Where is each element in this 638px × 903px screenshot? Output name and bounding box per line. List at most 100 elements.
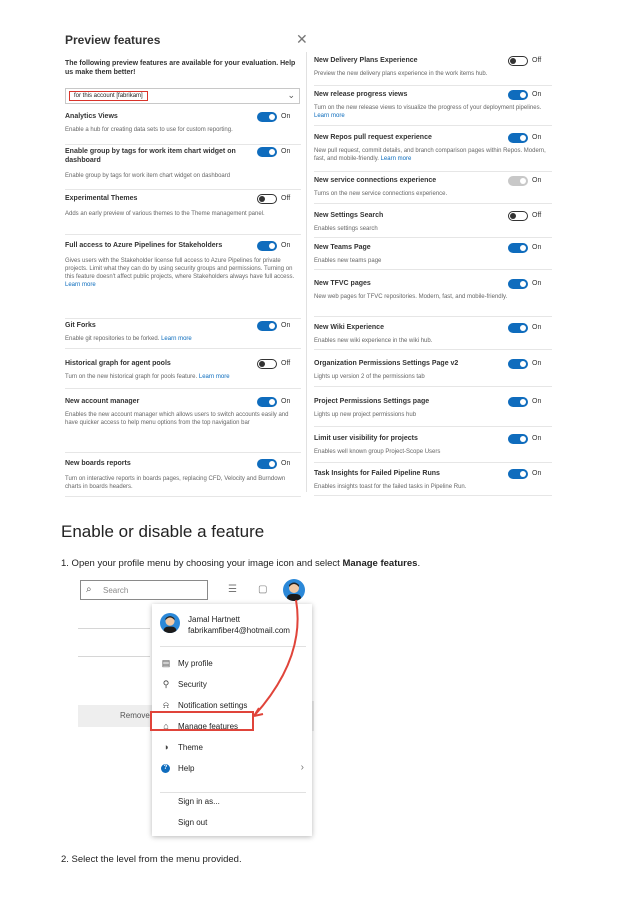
feature-row: Experimental Themes Adds an early preview… — [65, 192, 301, 235]
feature-toggle[interactable] — [508, 176, 528, 186]
feature-description: Enable group by tags for work item chart… — [65, 172, 297, 180]
feature-row: New Delivery Plans Experience Preview the… — [314, 54, 552, 86]
feature-row: New Wiki Experience Enables new wiki expe… — [314, 321, 552, 350]
scope-dropdown-value: for this account [fabrikam] — [69, 91, 148, 101]
feature-description-text: Preview the new delivery plans experienc… — [314, 71, 488, 77]
menu-item-label: Help — [178, 764, 195, 773]
feature-toggle[interactable] — [508, 323, 528, 333]
feature-toggle[interactable] — [508, 359, 528, 369]
feature-description: Adds an early preview of various themes … — [65, 210, 297, 218]
feature-name: New service connections experience — [314, 177, 437, 184]
feature-description-text: Enables new teams page — [314, 258, 382, 264]
preview-features-panel: Preview features ✕ The following preview… — [58, 27, 558, 497]
feature-description: Lights up new project permissions hub — [314, 411, 546, 419]
feature-name: Analytics Views — [65, 113, 118, 120]
feature-toggle[interactable] — [257, 112, 277, 122]
feature-toggle[interactable] — [508, 211, 528, 221]
close-icon[interactable]: ✕ — [296, 31, 308, 48]
feature-row: Organization Permissions Settings Page v… — [314, 357, 552, 387]
feature-name: New Repos pull request experience — [314, 134, 432, 141]
toggle-state-label: On — [532, 324, 542, 331]
feature-toggle[interactable] — [257, 459, 277, 469]
step-2: 2. Select the level from the menu provid… — [61, 854, 242, 865]
feature-description: Preview the new delivery plans experienc… — [314, 70, 546, 78]
feature-row: Project Permissions Settings page Lights … — [314, 395, 552, 427]
learn-more-link[interactable]: Learn more — [199, 374, 230, 380]
feature-description: Turn on the new historical graph for poo… — [65, 373, 297, 381]
toggle-state-label: Off — [532, 57, 542, 64]
chevron-down-icon: ⌄ — [287, 90, 295, 100]
profile-menu-screenshot: ⌕ Search ☰ ▢ Remove Jamal Hartnett fabri… — [78, 578, 314, 838]
toggle-state-label: On — [281, 148, 291, 155]
feature-description-text: Enables settings search — [314, 226, 378, 232]
feature-name: Task Insights for Failed Pipeline Runs — [314, 470, 440, 477]
learn-more-link[interactable]: Learn more — [65, 282, 96, 288]
feature-name: New boards reports — [65, 460, 131, 467]
feature-description-text: Turn on interactive reports in boards pa… — [65, 476, 286, 490]
feature-description: Lights up version 2 of the permissions t… — [314, 373, 546, 381]
sign-in-as-item[interactable]: Sign in as... — [160, 794, 306, 810]
feature-toggle[interactable] — [257, 359, 277, 369]
feature-name: New Wiki Experience — [314, 324, 384, 331]
learn-more-link[interactable]: Learn more — [161, 336, 192, 342]
feature-row: Git Forks Enable git repositories to be f… — [65, 319, 301, 349]
feature-toggle[interactable] — [508, 133, 528, 143]
feature-description-text: Adds an early preview of various themes … — [65, 211, 265, 217]
feature-toggle[interactable] — [508, 90, 528, 100]
feature-toggle[interactable] — [257, 147, 277, 157]
feature-toggle[interactable] — [257, 241, 277, 251]
feature-description: Turn on the new release views to visuali… — [314, 104, 546, 120]
feature-toggle[interactable] — [508, 469, 528, 479]
feature-description-text: Lights up new project permissions hub — [314, 412, 417, 418]
feature-name: Experimental Themes — [65, 195, 138, 202]
feature-description-text: New pull request, commit details, and br… — [314, 148, 546, 162]
feature-name: New Teams Page — [314, 244, 371, 251]
toggle-state-label: On — [532, 280, 542, 287]
feature-toggle[interactable] — [508, 279, 528, 289]
sign-out-label: Sign out — [178, 818, 208, 827]
toggle-state-label: On — [281, 322, 291, 329]
feature-row: New TFVC pages New web pages for TFVC rep… — [314, 277, 552, 317]
feature-name: Full access to Azure Pipelines for Stake… — [65, 242, 223, 249]
feature-name: Organization Permissions Settings Page v… — [314, 360, 459, 367]
menu-item-help[interactable]: ? Help › — [160, 761, 306, 777]
feature-toggle[interactable] — [508, 397, 528, 407]
feature-description-text: Turn on the new release views to visuali… — [314, 105, 542, 111]
feature-name: Project Permissions Settings page — [314, 398, 430, 405]
feature-toggle[interactable] — [257, 397, 277, 407]
feature-name: New release progress views — [314, 91, 408, 98]
feature-description: Enable a hub for creating data sets to u… — [65, 126, 297, 134]
scope-dropdown[interactable]: for this account [fabrikam] ⌄ — [65, 88, 300, 104]
feature-toggle[interactable] — [257, 321, 277, 331]
menu-item-theme[interactable]: ◑ Theme — [160, 740, 306, 756]
feature-description: New pull request, commit details, and br… — [314, 147, 546, 163]
feature-row: New release progress views Turn on the ne… — [314, 88, 552, 126]
help-icon: ? — [161, 764, 170, 773]
feature-description: Enables new teams page — [314, 257, 546, 265]
feature-toggle[interactable] — [508, 434, 528, 444]
learn-more-link[interactable]: Learn more — [381, 156, 412, 162]
feature-name: Historical graph for agent pools — [65, 360, 171, 367]
feature-name: New account manager — [65, 398, 140, 405]
step-1: 1. Open your profile menu by choosing yo… — [61, 558, 420, 569]
learn-more-link[interactable]: Learn more — [314, 113, 345, 119]
feature-description: Enables new wiki experience in the wiki … — [314, 337, 546, 345]
toggle-state-label: On — [532, 435, 542, 442]
feature-description: New web pages for TFVC repositories. Mod… — [314, 293, 546, 301]
toggle-state-label: On — [532, 244, 542, 251]
feature-toggle[interactable] — [508, 243, 528, 253]
feature-row: New Teams Page Enables new teams page On — [314, 241, 552, 270]
feature-row: New boards reports Turn on interactive re… — [65, 457, 301, 497]
feature-row: Task Insights for Failed Pipeline Runs En… — [314, 467, 552, 496]
feature-description: Turns on the new service connections exp… — [314, 190, 546, 198]
theme-icon: ◑ — [163, 742, 169, 752]
feature-toggle[interactable] — [508, 56, 528, 66]
feature-toggle[interactable] — [257, 194, 277, 204]
feature-name: New Settings Search — [314, 212, 384, 219]
column-divider — [306, 52, 307, 492]
toggle-state-label: On — [532, 134, 542, 141]
sign-out-item[interactable]: Sign out — [160, 815, 306, 831]
toggle-state-label: On — [281, 460, 291, 467]
feature-description-text: Enables insights toast for the failed ta… — [314, 484, 467, 490]
toggle-state-label: Off — [532, 212, 542, 219]
